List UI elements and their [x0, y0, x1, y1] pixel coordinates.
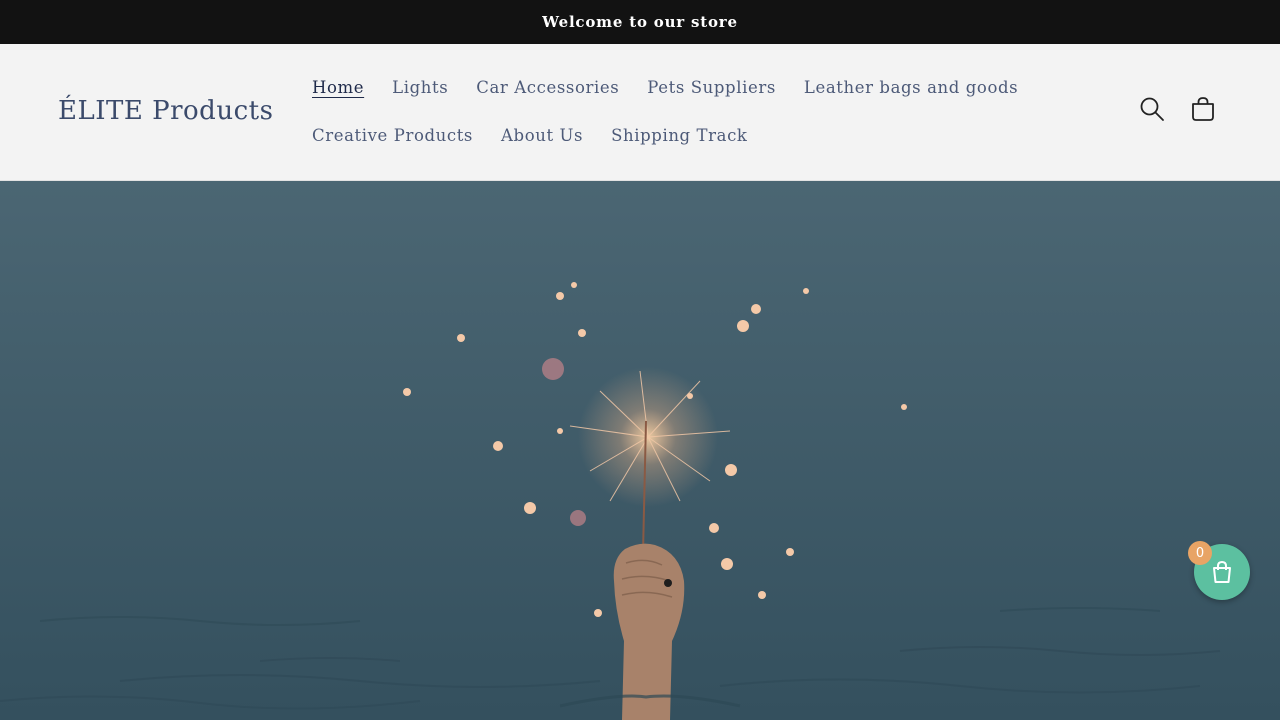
nav-link-home[interactable]: Home	[298, 78, 378, 98]
store-logo[interactable]: ÉLITE Products	[58, 94, 273, 128]
cart-icon[interactable]	[1190, 96, 1216, 122]
floating-cart-button[interactable]: 0	[1188, 541, 1250, 600]
nav-link-shipping-track[interactable]: Shipping Track	[597, 126, 761, 146]
nav-link-creative-products[interactable]: Creative Products	[298, 126, 487, 146]
nav-row-1: Home Lights Car Accessories Pets Supplie…	[298, 70, 1018, 106]
nav-link-pets-suppliers[interactable]: Pets Suppliers	[633, 78, 790, 98]
announcement-bar: Welcome to our store	[0, 0, 1280, 44]
announcement-text: Welcome to our store	[542, 13, 738, 31]
nav-link-lights[interactable]: Lights	[378, 78, 462, 98]
nav-link-leather-bags[interactable]: Leather bags and goods	[790, 78, 1032, 98]
nav-link-car-accessories[interactable]: Car Accessories	[462, 78, 633, 98]
search-icon[interactable]	[1139, 96, 1165, 122]
hero-sparkler-illustration	[0, 181, 1280, 720]
nav-row-2: Creative Products About Us Shipping Trac…	[298, 118, 1018, 154]
shopping-bag-icon	[1213, 560, 1231, 583]
main-navigation: Home Lights Car Accessories Pets Supplie…	[298, 70, 1018, 166]
site-header: ÉLITE Products Home Lights Car Accessori…	[0, 44, 1280, 181]
cart-count-badge: 0	[1188, 541, 1212, 565]
hero-banner-image	[0, 181, 1280, 720]
nav-link-about-us[interactable]: About Us	[487, 126, 597, 146]
